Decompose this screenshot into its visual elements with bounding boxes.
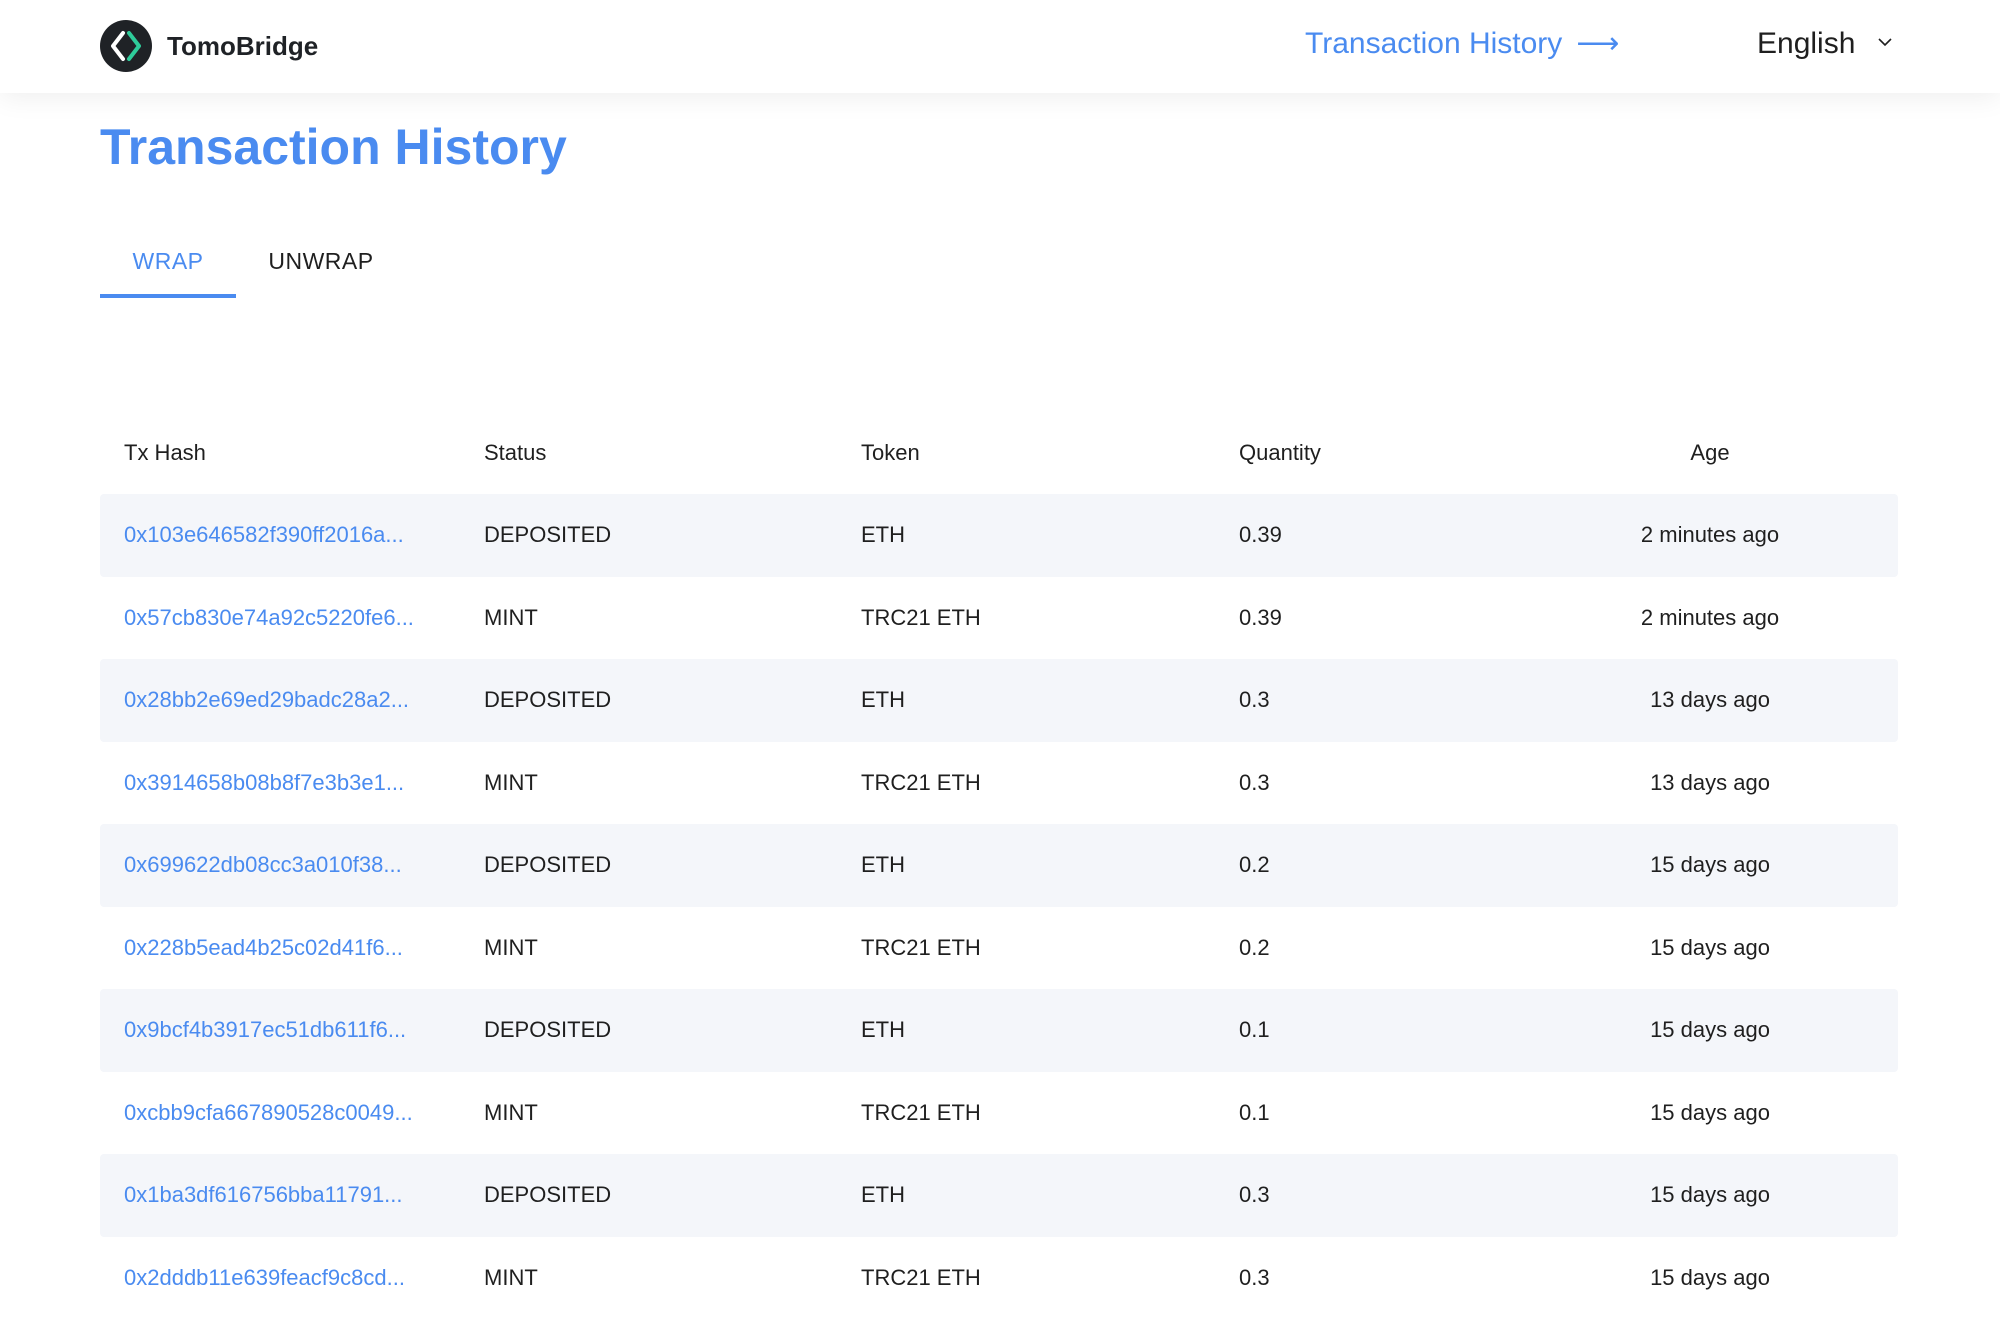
status-cell: DEPOSITED [484,1182,612,1207]
status-cell: DEPOSITED [484,687,612,712]
age-cell: 13 days ago [1650,687,1770,712]
age-cell: 15 days ago [1650,1182,1770,1207]
arrow-right-icon: ⟶ [1576,27,1620,60]
table-row: 0x2dddb11e639feacf9c8cd... MINT TRC21 ET… [100,1237,1898,1320]
token-cell: ETH [861,1017,905,1042]
column-header-status: Status [484,440,547,465]
tx-hash-link[interactable]: 0x57cb830e74a92c5220fe6... [124,577,464,660]
top-header: TomoBridge Transaction History ⟶ English [0,0,2000,93]
token-cell: ETH [861,1182,905,1207]
quantity-cell: 0.3 [1239,1264,1270,1290]
table-row: 0x57cb830e74a92c5220fe6... MINT TRC21 ET… [100,577,1898,660]
table-row: 0x3914658b08b8f7e3b3e1... MINT TRC21 ETH… [100,742,1898,825]
table-row: 0x28bb2e69ed29badc28a2... DEPOSITED ETH … [100,659,1898,742]
column-header-token: Token [861,440,920,465]
status-cell: DEPOSITED [484,1017,612,1042]
tx-hash-link[interactable]: 0x228b5ead4b25c02d41f6... [124,907,464,990]
age-cell: 15 days ago [1650,1264,1770,1290]
transactions-table: Tx Hash Status Token Quantity Age 0x103e… [100,412,1898,1319]
status-cell: MINT [484,1264,538,1290]
token-cell: TRC21 ETH [861,604,981,630]
tab-unwrap[interactable]: UNWRAP [268,240,374,298]
tx-hash-link[interactable]: 0x28bb2e69ed29badc28a2... [124,659,464,742]
quantity-cell: 0.39 [1239,604,1282,630]
tx-hash-link[interactable]: 0x3914658b08b8f7e3b3e1... [124,742,464,825]
token-cell: ETH [861,852,905,877]
quantity-cell: 0.39 [1239,522,1282,547]
quantity-cell: 0.3 [1239,1182,1270,1207]
table-header: Tx Hash Status Token Quantity Age [100,412,1898,494]
token-cell: TRC21 ETH [861,1264,981,1290]
table-row: 0x699622db08cc3a010f38... DEPOSITED ETH … [100,824,1898,907]
token-cell: TRC21 ETH [861,1099,981,1125]
status-cell: MINT [484,934,538,960]
age-cell: 15 days ago [1650,852,1770,877]
tab-wrap[interactable]: WRAP [100,240,236,298]
table-row: 0x9bcf4b3917ec51db611f6... DEPOSITED ETH… [100,989,1898,1072]
status-cell: MINT [484,604,538,630]
age-cell: 15 days ago [1650,1017,1770,1042]
chevron-down-icon [1878,38,1892,46]
tx-hash-link[interactable]: 0x103e646582f390ff2016a... [124,494,464,577]
table-row: 0x228b5ead4b25c02d41f6... MINT TRC21 ETH… [100,907,1898,990]
token-cell: TRC21 ETH [861,769,981,795]
token-cell: ETH [861,522,905,547]
token-cell: TRC21 ETH [861,934,981,960]
age-cell: 15 days ago [1650,1099,1770,1125]
status-cell: MINT [484,1099,538,1125]
column-header-age: Age [1690,440,1730,465]
status-cell: DEPOSITED [484,852,612,877]
quantity-cell: 0.1 [1239,1099,1270,1125]
language-label: English [1757,27,1856,60]
quantity-cell: 0.2 [1239,852,1270,877]
language-selector[interactable]: English [1757,24,1892,64]
status-cell: DEPOSITED [484,522,612,547]
quantity-cell: 0.2 [1239,934,1270,960]
status-cell: MINT [484,769,538,795]
table-row: 0xcbb9cfa667890528c0049... MINT TRC21 ET… [100,1072,1898,1155]
brand-name[interactable]: TomoBridge [167,28,318,64]
column-header-quantity: Quantity [1239,440,1321,465]
column-header-tx-hash: Tx Hash [124,440,206,465]
tomobridge-logo-icon[interactable] [100,20,152,72]
transaction-history-link[interactable]: Transaction History ⟶ [1305,24,1619,64]
table-row: 0x1ba3df616756bba11791... DEPOSITED ETH … [100,1154,1898,1237]
age-cell: 15 days ago [1650,934,1770,960]
tx-hash-link[interactable]: 0x2dddb11e639feacf9c8cd... [124,1237,464,1320]
tx-hash-link[interactable]: 0x1ba3df616756bba11791... [124,1154,464,1237]
token-cell: ETH [861,687,905,712]
tx-hash-link[interactable]: 0xcbb9cfa667890528c0049... [124,1072,464,1155]
transaction-history-link-label: Transaction History [1305,27,1563,60]
page-title: Transaction History [100,119,567,175]
quantity-cell: 0.3 [1239,687,1270,712]
quantity-cell: 0.3 [1239,769,1270,795]
quantity-cell: 0.1 [1239,1017,1270,1042]
tx-hash-link[interactable]: 0x9bcf4b3917ec51db611f6... [124,989,464,1072]
age-cell: 13 days ago [1650,769,1770,795]
age-cell: 2 minutes ago [1640,522,1780,547]
age-cell: 2 minutes ago [1640,604,1780,630]
table-row: 0x103e646582f390ff2016a... DEPOSITED ETH… [100,494,1898,577]
tx-hash-link[interactable]: 0x699622db08cc3a010f38... [124,824,464,907]
